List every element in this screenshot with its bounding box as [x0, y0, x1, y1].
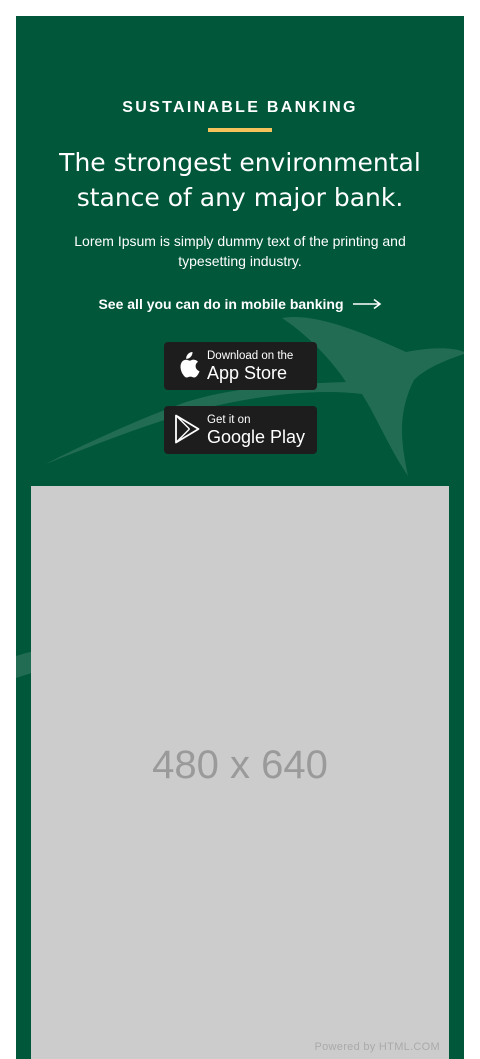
eyebrow-label: SUSTAINABLE BANKING — [122, 99, 358, 116]
play-icon — [175, 414, 200, 444]
app-store-caption: Download on the — [207, 350, 294, 362]
headline-line: The strongest environmental — [59, 148, 421, 177]
apple-icon — [180, 352, 200, 378]
headline-line: stance of any major bank. — [76, 183, 404, 212]
hero-section: SUSTAINABLE BANKING The strongest enviro… — [16, 16, 464, 1059]
app-store-name: App Store — [207, 363, 288, 383]
description-line: Lorem Ipsum is simply dummy text of the … — [74, 233, 406, 249]
image-placeholder: 480 x 640 Powered by HTML.COM — [31, 486, 449, 1059]
hero-description: Lorem Ipsum is simply dummy text of the … — [56, 231, 424, 271]
accent-divider — [208, 128, 272, 132]
mobile-banking-link-label: See all you can do in mobile banking — [98, 296, 344, 312]
page-title: The strongest environmental stance of an… — [36, 145, 444, 215]
google-play-button[interactable]: Get it on Google Play — [164, 406, 317, 454]
powered-by-credit: Powered by HTML.COM — [314, 1041, 440, 1053]
google-play-caption: Get it on — [207, 414, 251, 426]
app-store-button[interactable]: Download on the App Store — [164, 342, 317, 390]
mobile-banking-link[interactable]: See all you can do in mobile banking — [16, 294, 464, 314]
description-line: typesetting industry. — [178, 253, 302, 269]
google-play-name: Google Play — [207, 427, 306, 447]
arrow-right-icon — [352, 298, 381, 310]
placeholder-dimensions: 480 x 640 — [152, 743, 328, 787]
